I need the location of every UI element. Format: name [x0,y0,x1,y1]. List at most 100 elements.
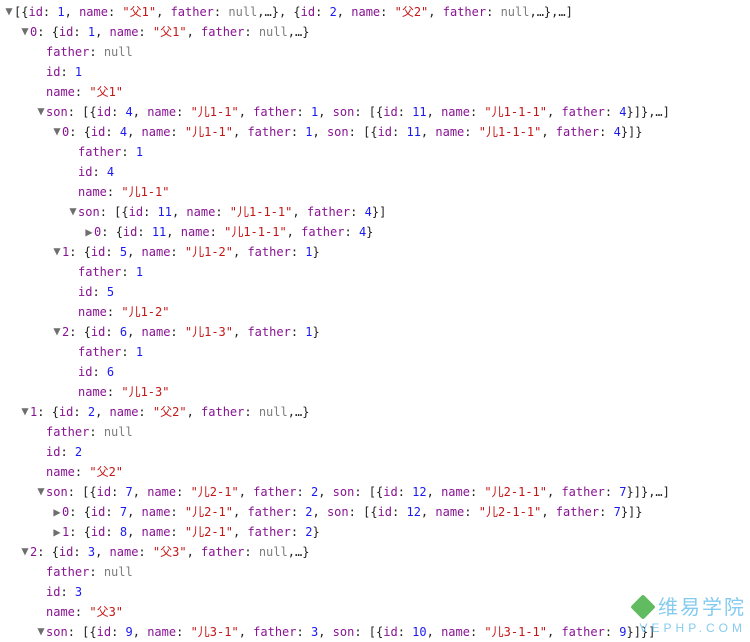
punctuation: : [354,625,368,639]
null-value: null [228,5,257,19]
number-value: 9 [126,625,133,639]
punctuation: , [427,625,441,639]
tree-row-content[interactable]: name: "父1" [46,85,123,99]
tree-row-content[interactable]: 0: {id: 4, name: "儿1-1", father: 1, son:… [62,125,643,139]
punctuation: : [121,345,135,359]
punctuation: : [37,25,51,39]
prop-key: id [97,105,111,119]
punctuation: : [43,5,57,19]
tree-row-content[interactable]: 2: {id: 6, name: "儿1-3", father: 1} [62,325,320,339]
tree-row-content[interactable]: 0: {id: 11, name: "儿1-1-1", father: 4} [94,225,373,239]
tree-row-content[interactable]: id: 5 [78,285,114,299]
disclosure-triangle-icon[interactable]: ▼ [52,121,62,141]
prop-key: name [110,405,139,419]
tree-row-content[interactable]: id: 1 [46,65,82,79]
disclosure-triangle-icon[interactable]: ▼ [20,401,30,421]
tree-row-content[interactable]: name: "父3" [46,605,123,619]
tree-row-content[interactable]: [{id: 1, name: "父1", father: null,…}, {i… [14,5,573,19]
punctuation: , [541,125,555,139]
disclosure-triangle-icon[interactable]: ▼ [36,481,46,501]
prop-key: id [129,205,143,219]
punctuation: ] [566,5,573,19]
prop-key: father [46,45,89,59]
disclosure-triangle-icon[interactable]: ▼ [52,321,62,341]
tree-row-content[interactable]: name: "儿1-3" [78,385,169,399]
tree-row-content[interactable]: 1: {id: 2, name: "父2", father: null,…} [30,405,309,419]
tree-row-content[interactable]: name: "父2" [46,465,123,479]
prop-key: id [378,125,392,139]
punctuation: , [337,5,351,19]
disclosure-triangle-icon[interactable]: ▼ [20,21,30,41]
tree-row-content[interactable]: father: 1 [78,265,143,279]
disclosure-triangle-icon[interactable]: ▼ [36,101,46,121]
punctuation: : [73,405,87,419]
tree-row-content[interactable]: son: [{id: 11, name: "儿1-1-1", father: 4… [78,205,386,219]
string-value: "儿1-1-1" [484,105,547,119]
tree-row: name: "儿1-2" [0,302,750,322]
punctuation: ] [634,625,641,639]
tree-row: name: "儿1-3" [0,382,750,402]
punctuation: , [287,225,301,239]
punctuation: : [68,625,82,639]
prop-key: id [78,285,92,299]
tree-row-content[interactable]: father: null [46,425,133,439]
tree-row-content[interactable]: id: 4 [78,165,114,179]
tree-row-content[interactable]: id: 2 [46,445,82,459]
tree-row-content[interactable]: father: 1 [78,345,143,359]
prop-key: name [441,105,470,119]
string-value: "儿1-1-1" [224,225,287,239]
tree-row-content[interactable]: 0: {id: 7, name: "儿2-1", father: 2, son:… [62,505,643,519]
tree-row-content[interactable]: father: null [46,565,133,579]
disclosure-triangle-icon[interactable]: ▶ [52,522,62,542]
disclosure-triangle-icon[interactable]: ▼ [20,541,30,561]
string-value: "儿1-1" [121,185,169,199]
tree-row-content[interactable]: father: 1 [78,145,143,159]
tree-row-content[interactable]: 1: {id: 8, name: "儿2-1", father: 2} [62,525,320,539]
punctuation: : [244,545,258,559]
punctuation: , [156,5,170,19]
punctuation: : [89,425,103,439]
number-value: 11 [406,125,420,139]
disclosure-triangle-icon[interactable]: ▼ [68,201,78,221]
disclosure-triangle-icon[interactable]: ▶ [52,502,62,522]
prop-key: id [91,245,105,259]
prop-key: father [201,25,244,39]
punctuation: { [89,625,96,639]
punctuation: , [279,5,293,19]
tree-spacer [36,42,46,62]
prop-key: father [556,125,599,139]
punctuation: ,… [288,545,302,559]
tree-row-content[interactable]: name: "儿1-1" [78,185,169,199]
number-value: 7 [120,505,127,519]
punctuation: : [121,145,135,159]
prop-key: id [91,525,105,539]
tree-row-content[interactable]: son: [{id: 4, name: "儿1-1", father: 1, s… [46,105,670,119]
punctuation: , [187,545,201,559]
punctuation: : [470,625,484,639]
tree-row-content[interactable]: name: "儿1-2" [78,305,169,319]
punctuation: ] [648,625,655,639]
tree-row-content[interactable]: 0: {id: 1, name: "父1", father: null,…} [30,25,309,39]
disclosure-triangle-icon[interactable]: ▼ [36,621,46,641]
punctuation: , [421,505,435,519]
tree-row-content[interactable]: son: [{id: 7, name: "儿2-1", father: 2, s… [46,485,670,499]
disclosure-triangle-icon[interactable]: ▶ [84,222,94,242]
tree-row-content[interactable]: 1: {id: 5, name: "儿1-2", father: 1} [62,245,320,259]
disclosure-triangle-icon[interactable]: ▼ [4,1,14,21]
prop-key: id [378,505,392,519]
punctuation: : [599,125,613,139]
punctuation: , [133,625,147,639]
tree-row: name: "父3" [0,602,750,622]
prop-key: father [301,225,344,239]
disclosure-triangle-icon[interactable]: ▼ [52,241,62,261]
tree-row-content[interactable]: father: null [46,45,133,59]
tree-row-content[interactable]: son: [{id: 9, name: "儿3-1", father: 3, s… [46,625,655,639]
punctuation: , [547,485,561,499]
tree-row-content[interactable]: id: 3 [46,585,82,599]
punctuation: } [372,205,379,219]
tree-row-content[interactable]: 2: {id: 3, name: "父3", father: null,…} [30,545,309,559]
punctuation: , [187,405,201,419]
prop-key: son [78,205,100,219]
number-value: 1 [305,325,312,339]
tree-row-content[interactable]: id: 6 [78,365,114,379]
